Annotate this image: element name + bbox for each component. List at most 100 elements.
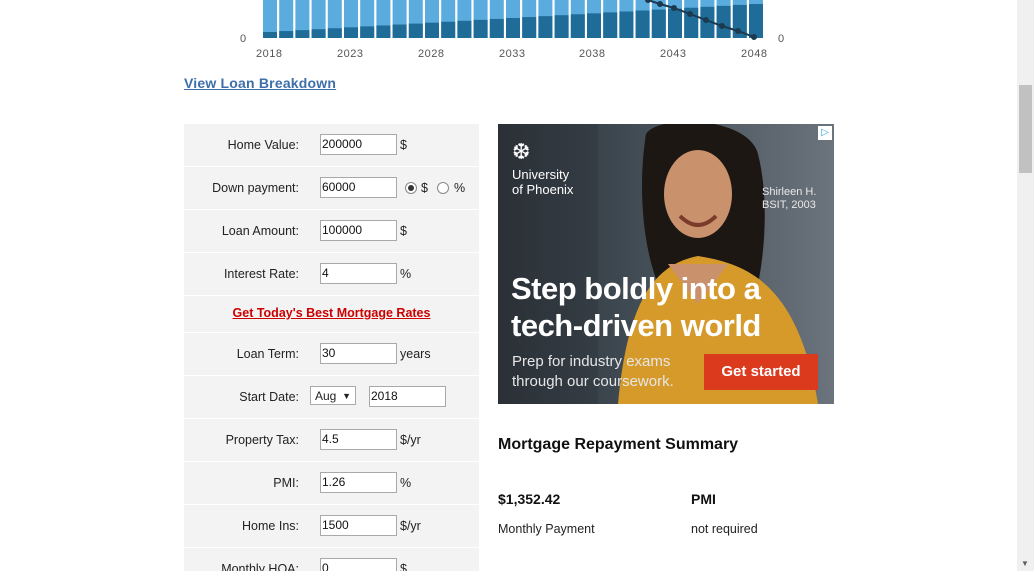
monthly-payment-value: $1,352.42 <box>498 491 561 507</box>
ad-person-degree: BSIT, 2003 <box>762 199 816 211</box>
property-tax-row: Property Tax: 4.5 $/yr <box>184 419 479 462</box>
y-axis-left-tick: 0 <box>240 33 247 45</box>
chart-bar-principal <box>295 30 310 38</box>
best-mortgage-rates-link[interactable]: Get Today's Best Mortgage Rates <box>184 306 479 320</box>
chart-bar-principal <box>668 8 682 38</box>
ad-headline-line2: tech-driven world <box>511 308 761 343</box>
interest-rate-input[interactable]: 4 <box>320 263 397 284</box>
chart-bar-principal <box>538 16 553 38</box>
x-axis-tick-label: 2038 <box>579 48 605 60</box>
loan-term-input[interactable]: 30 <box>320 343 397 364</box>
chart-bar-principal <box>587 13 601 39</box>
chart-bar-principal <box>522 17 537 38</box>
chart-bar-principal <box>651 9 666 39</box>
ad-brand-line2: of Phoenix <box>512 182 574 197</box>
chart-bar-principal <box>376 25 391 38</box>
chart-bar-principal <box>603 12 618 38</box>
y-axis-right-tick: 0 <box>778 33 785 45</box>
chart-bar-principal <box>554 15 569 38</box>
pmi-summary-label: not required <box>691 522 758 536</box>
monthly-hoa-label: Monthly HOA: <box>221 562 299 571</box>
start-date-row: Start Date: Aug ▼ 2018 <box>184 376 479 419</box>
home-value-row: Home Value: 200000 $ <box>184 124 479 167</box>
interest-rate-unit: % <box>400 267 412 281</box>
advertisement-banner[interactable]: ❆ University of Phoenix Shirleen H. BSIT… <box>498 124 834 404</box>
mortgage-calculator-form: Home Value: 200000 $ Down payment: 60000… <box>184 124 479 571</box>
monthly-hoa-input[interactable]: 0 <box>320 558 397 571</box>
property-tax-unit: $/yr <box>400 433 421 447</box>
chart-bar-principal <box>311 29 326 38</box>
chart-bar-principal <box>263 32 277 38</box>
ad-person-name: Shirleen H. <box>762 186 817 198</box>
down-payment-percent-label: % <box>454 181 466 195</box>
repayment-summary-title: Mortgage Repayment Summary <box>498 436 739 453</box>
monthly-payment-label: Monthly Payment <box>498 522 595 536</box>
chart-bar-principal <box>473 19 488 38</box>
ad-subtext: Prep for industry exams through our cour… <box>512 352 674 392</box>
chart-bar-principal <box>425 22 439 38</box>
home-ins-input[interactable]: 1500 <box>320 515 397 536</box>
x-axis-tick-label: 2028 <box>418 48 444 60</box>
chart-bar-principal <box>635 10 650 38</box>
pmi-summary-value: PMI <box>691 491 716 507</box>
start-year-input[interactable]: 2018 <box>369 386 446 407</box>
pmi-input[interactable]: 1.26 <box>320 472 397 493</box>
adchoices-icon[interactable]: ▷ <box>818 126 832 140</box>
pmi-label: PMI: <box>273 476 299 490</box>
get-started-button[interactable]: Get started <box>704 354 818 390</box>
loan-amount-row: Loan Amount: 100000 $ <box>184 210 479 253</box>
down-payment-dollar-label: $ <box>421 181 428 195</box>
home-value-unit: $ <box>400 138 407 152</box>
chart-bar-principal <box>327 28 342 38</box>
ad-person-caption: Shirleen H. BSIT, 2003 <box>762 186 816 212</box>
home-value-input[interactable]: 200000 <box>320 134 397 155</box>
pmi-row: PMI: 1.26 % <box>184 462 479 505</box>
x-axis-tick-label: 2043 <box>660 48 686 60</box>
chart-bar-principal <box>392 24 407 38</box>
balance-point <box>671 5 677 11</box>
property-tax-label: Property Tax: <box>225 433 299 447</box>
home-value-label: Home Value: <box>227 138 299 152</box>
ad-sub-line1: Prep for industry exams <box>512 353 671 370</box>
down-payment-label: Down payment: <box>212 181 299 195</box>
university-logo: ❆ University of Phoenix <box>512 141 574 198</box>
chevron-down-icon: ▼ <box>342 391 351 401</box>
interest-rate-row: Interest Rate: 4 % <box>184 253 479 296</box>
loan-amount-unit: $ <box>400 224 407 238</box>
balance-point <box>751 34 757 40</box>
chart-bar-principal <box>716 5 731 38</box>
chart-bar-principal <box>457 20 472 38</box>
interest-rate-label: Interest Rate: <box>223 267 299 281</box>
loan-amount-input[interactable]: 100000 <box>320 220 397 241</box>
scroll-down-arrow-icon[interactable]: ▼ <box>1021 559 1029 568</box>
home-ins-unit: $/yr <box>400 519 421 533</box>
home-ins-label: Home Ins: <box>242 519 299 533</box>
chart-bar-principal <box>570 14 585 38</box>
x-axis-tick-label: 2048 <box>741 48 767 60</box>
vertical-scrollbar[interactable]: ▼ <box>1017 0 1034 571</box>
chart-bar-principal <box>441 21 456 38</box>
property-tax-input[interactable]: 4.5 <box>320 429 397 450</box>
x-axis-tick-label: 2023 <box>337 48 363 60</box>
view-loan-breakdown-link[interactable]: View Loan Breakdown <box>184 75 336 91</box>
loan-amount-label: Loan Amount: <box>221 224 299 238</box>
ad-sub-line2: through our coursework. <box>512 373 674 390</box>
down-payment-row: Down payment: 60000 $ % <box>184 167 479 210</box>
chart-bar-principal <box>489 18 504 38</box>
start-month-select[interactable]: Aug ▼ <box>310 386 356 405</box>
pmi-unit: % <box>400 476 412 490</box>
monthly-hoa-unit: $ <box>400 562 407 571</box>
chart-bar-principal <box>506 18 520 38</box>
loan-term-unit: years <box>400 347 431 361</box>
x-axis-tick-label: 2033 <box>499 48 525 60</box>
home-ins-row: Home Ins: 1500 $/yr <box>184 505 479 548</box>
down-payment-percent-radio[interactable] <box>437 182 449 194</box>
balance-point <box>735 28 741 34</box>
loan-term-row: Loan Term: 30 years <box>184 333 479 376</box>
scrollbar-thumb[interactable] <box>1019 85 1032 173</box>
chart-bar-principal <box>619 11 634 38</box>
down-payment-input[interactable]: 60000 <box>320 177 397 198</box>
chart-bar-principal <box>279 31 294 38</box>
chart-bars <box>263 0 763 39</box>
down-payment-dollar-radio[interactable] <box>405 182 417 194</box>
